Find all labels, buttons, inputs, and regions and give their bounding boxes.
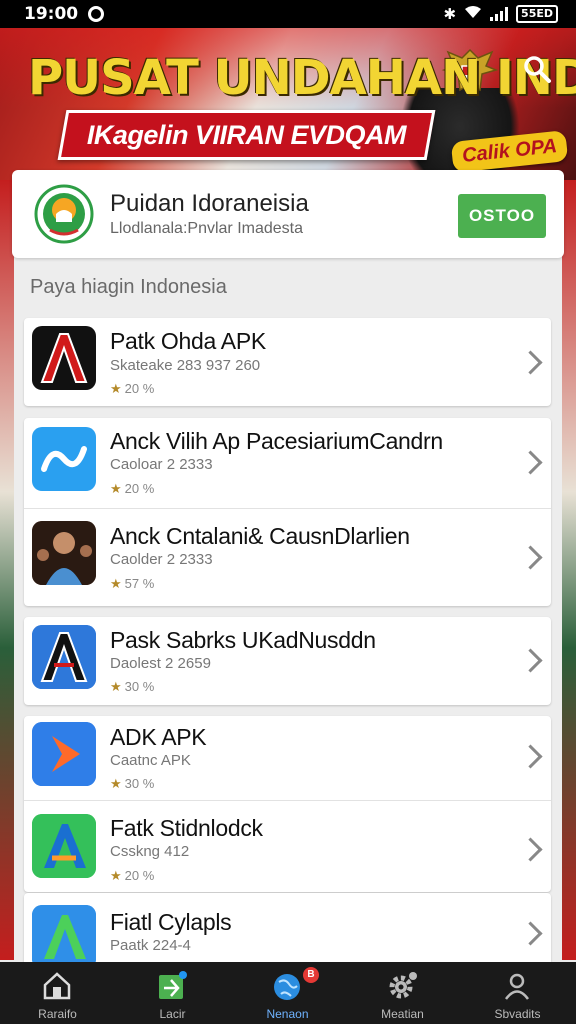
featured-app-name: Puidan Idoraneisia (110, 190, 309, 217)
app-meta: Skateake 283 937 260 (110, 357, 261, 374)
chevron-right-icon[interactable] (518, 350, 543, 375)
chevron-right-icon[interactable] (518, 837, 543, 862)
chevron-right-icon[interactable] (518, 450, 543, 475)
vpn-icon (88, 6, 105, 22)
app-title: Fatk Stidnlodck (110, 815, 263, 841)
wifi-icon (464, 5, 482, 23)
app-photo-icon (32, 521, 96, 585)
featured-app-logo-icon (34, 184, 94, 244)
bottom-navigation: Raraifo Lacir B Nenaon Meatian Sbvadits (0, 962, 576, 1024)
settings-icon (389, 972, 417, 999)
app-logo-icon (32, 326, 96, 390)
app-list-group: ADK APK Caatnc APK ★ 30 % Fatk Stidnlodck… (24, 716, 551, 892)
nav-label: Nenaon (266, 1007, 309, 1021)
app-list-item[interactable]: Anck Cntalani& CausnDlarlien Caolder 2 2… (24, 509, 551, 605)
star-icon: ★ (110, 776, 122, 791)
app-rating: ★ 20 % (110, 868, 154, 884)
app-meta: Caoloar 2 2333 (110, 456, 213, 473)
search-icon[interactable] (522, 54, 552, 84)
star-icon: ★ (110, 576, 122, 591)
app-title: Fiatl Cylapls (110, 909, 232, 935)
app-list-item[interactable]: Fiatl Cylapls Paatk 224-4 (24, 893, 551, 962)
app-rating-value: 20 % (124, 481, 155, 496)
app-title: Anck Cntalani& CausnDlarlien (110, 523, 410, 549)
nav-item-profile[interactable]: Sbvadits (460, 962, 575, 1024)
app-rating-value: 20 % (124, 868, 155, 883)
app-rating-value: 30 % (124, 679, 155, 694)
app-list-item[interactable]: Patk Ohda APK Skateake 283 937 260 ★ 20 % (24, 318, 551, 406)
banner-ribbon-text: IKagelin VIIRAN EVDQAM (87, 119, 407, 150)
install-button[interactable]: OSTOO (458, 194, 546, 238)
app-list-item[interactable]: Fatk Stidnlodck Csskng 412 ★ 20 % (24, 801, 551, 892)
featured-app-card[interactable]: Puidan Idoraneisia Llodlanala:Pnvlar Ima… (12, 170, 564, 258)
app-list-item[interactable]: ADK APK Caatnc APK ★ 30 % (24, 716, 551, 800)
app-meta: Caatnc APK (110, 752, 191, 769)
profile-icon (504, 973, 530, 1000)
left-edge-decoration (0, 180, 14, 960)
nav-label: Sbvadits (494, 1007, 541, 1021)
nav-item-download[interactable]: Lacir (115, 962, 230, 1024)
star-icon: ★ (110, 679, 122, 694)
app-logo-icon (32, 625, 96, 689)
nav-label: Raraifo (38, 1007, 77, 1021)
star-icon: ★ (110, 481, 122, 496)
right-edge-decoration (562, 180, 576, 960)
download-icon (159, 971, 187, 999)
chevron-right-icon[interactable] (518, 648, 543, 673)
nav-label: Lacir (159, 1007, 186, 1021)
star-icon: ★ (110, 868, 122, 883)
app-title: Patk Ohda APK (110, 328, 266, 354)
app-meta: Paatk 224-4 (110, 937, 191, 954)
globe-icon (274, 974, 300, 1000)
app-rating: ★ 30 % (110, 776, 154, 792)
featured-app-subtitle: Llodlanala:Pnvlar Imadesta (110, 220, 304, 237)
chevron-right-icon[interactable] (518, 921, 543, 946)
app-meta: Caolder 2 2333 (110, 551, 213, 568)
app-logo-icon (32, 814, 96, 878)
app-rating: ★ 20 % (110, 481, 154, 497)
app-meta: Csskng 412 (110, 843, 190, 860)
app-logo-icon (32, 905, 96, 962)
app-list-item[interactable]: Anck Vilih Ap PacesiariumCandrn Caoloar … (24, 418, 551, 508)
status-time: 19:00 (24, 4, 79, 24)
status-bar: 19:00 ✱ 55ED (0, 0, 576, 28)
nav-label: Meatian (381, 1007, 424, 1021)
app-list-group: Anck Vilih Ap PacesiariumCandrn Caoloar … (24, 418, 551, 606)
banner-headline: PUSAT UNDAHAN INDA (28, 50, 576, 106)
chevron-right-icon[interactable] (518, 545, 543, 570)
app-logo-icon (32, 427, 96, 491)
app-title: ADK APK (110, 724, 207, 750)
app-rating-value: 20 % (124, 381, 155, 396)
status-icons: ✱ 55ED (443, 5, 558, 23)
home-icon (43, 972, 71, 1000)
app-title: Anck Vilih Ap PacesiariumCandrn (110, 428, 443, 454)
section-title: Paya hiagin Indonesia (30, 276, 227, 298)
nav-item-settings[interactable]: Meatian (345, 962, 460, 1024)
banner-ribbon: IKagelin VIIRAN EVDQAM (57, 110, 436, 160)
app-rating: ★ 57 % (110, 576, 154, 592)
notification-badge: B (303, 967, 319, 983)
battery-indicator: 55ED (516, 5, 558, 23)
app-rating-value: 57 % (124, 576, 155, 591)
nav-item-explore[interactable]: B Nenaon (230, 962, 345, 1024)
hero-banner[interactable]: PUSAT UNDAHAN INDA IKagelin VIIRAN EVDQA… (0, 28, 576, 188)
bluetooth-icon: ✱ (443, 5, 457, 23)
star-icon: ★ (110, 381, 122, 396)
app-rating-value: 30 % (124, 776, 155, 791)
signal-icon (490, 7, 509, 21)
chevron-right-icon[interactable] (518, 744, 543, 769)
app-rating: ★ 30 % (110, 679, 154, 695)
app-rating: ★ 20 % (110, 381, 154, 397)
app-title: Pask Sabrks UKadNusddn (110, 627, 376, 653)
app-logo-icon (32, 722, 96, 786)
app-meta: Daolest 2 2659 (110, 655, 211, 672)
app-list-item[interactable]: Pask Sabrks UKadNusddn Daolest 2 2659 ★ 3… (24, 617, 551, 705)
nav-item-home[interactable]: Raraifo (0, 962, 115, 1024)
